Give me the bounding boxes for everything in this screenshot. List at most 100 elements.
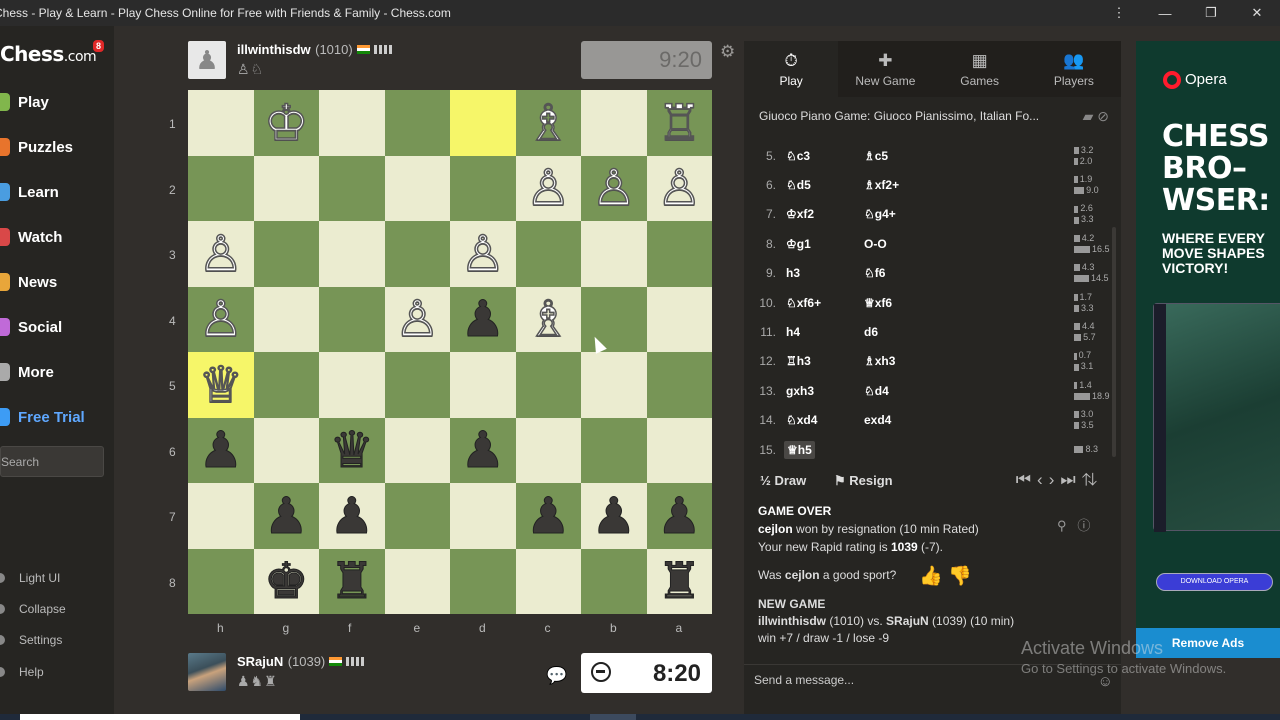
- black-pawn-icon[interactable]: ♟: [263, 490, 309, 541]
- taskbar-app[interactable]: [590, 714, 636, 720]
- sidebar-item-more[interactable]: More: [0, 357, 54, 387]
- black-pawn-icon[interactable]: ♟: [329, 490, 375, 541]
- sidebar-item-settings[interactable]: Settings: [0, 630, 62, 650]
- book-icon[interactable]: ▰ ⊘: [1083, 108, 1109, 125]
- opera-ad[interactable]: Opera CHESS BRO– WSER: WHERE EVERY MOVE …: [1136, 41, 1280, 658]
- square-e1[interactable]: [384, 90, 450, 156]
- black-king-icon[interactable]: ♚: [263, 556, 309, 607]
- black-move[interactable]: ♗c5: [864, 149, 888, 163]
- square-c5[interactable]: [515, 352, 581, 418]
- black-move[interactable]: ♘g4+: [864, 207, 896, 221]
- square-h6[interactable]: ♟: [188, 417, 254, 483]
- move-list-scrollbar[interactable]: [1112, 227, 1116, 457]
- sidebar-item-collapse[interactable]: Collapse: [0, 599, 66, 619]
- white-pawn-icon[interactable]: ♙: [394, 294, 440, 346]
- top-player-name[interactable]: illwinthisdw: [237, 42, 311, 57]
- square-c4[interactable]: ♗: [515, 286, 581, 352]
- close-button[interactable]: ✕: [1234, 0, 1280, 26]
- square-f8[interactable]: ♜: [319, 548, 385, 614]
- black-pawn-icon[interactable]: ♟: [198, 425, 244, 476]
- sidebar-item-light-ui[interactable]: Light UI: [0, 568, 60, 588]
- tab-play[interactable]: ⏱ Play: [744, 41, 839, 97]
- black-rook-icon[interactable]: ♜: [329, 556, 375, 607]
- tab-games[interactable]: ▦ Games: [933, 41, 1027, 97]
- square-e3[interactable]: [384, 221, 450, 287]
- black-move[interactable]: exd4: [864, 413, 891, 427]
- square-h7[interactable]: [188, 483, 254, 549]
- newgame-player2[interactable]: SRajuN: [886, 614, 929, 628]
- white-rook-icon[interactable]: ♖: [656, 97, 702, 149]
- sidebar-item-free-trial[interactable]: Free Trial: [0, 402, 85, 432]
- square-a1[interactable]: ♖: [646, 90, 712, 156]
- square-b2[interactable]: ♙: [581, 155, 647, 221]
- white-pawn-icon[interactable]: ♙: [198, 228, 244, 280]
- square-a2[interactable]: ♙: [646, 155, 712, 221]
- flip-board-icon[interactable]: ⇅: [1082, 470, 1103, 489]
- square-g5[interactable]: [253, 352, 319, 418]
- square-f2[interactable]: [319, 155, 385, 221]
- bottom-player-avatar[interactable]: [188, 653, 226, 691]
- resign-button[interactable]: ⚑ Resign: [834, 473, 893, 489]
- white-pawn-icon[interactable]: ♙: [656, 163, 702, 215]
- black-move[interactable]: ♕xf6: [864, 296, 892, 310]
- white-move[interactable]: ♘xf6+: [786, 296, 821, 310]
- minimize-button[interactable]: —: [1142, 0, 1188, 26]
- square-h3[interactable]: ♙: [188, 221, 254, 287]
- chess-logo[interactable]: Chess.com: [0, 42, 97, 66]
- thumbs-down-icon[interactable]: 👎: [948, 566, 972, 587]
- square-d3[interactable]: ♙: [450, 221, 516, 287]
- black-pawn-icon[interactable]: ♟: [656, 490, 702, 541]
- black-pawn-icon[interactable]: ♟: [525, 490, 571, 541]
- square-b7[interactable]: ♟: [581, 483, 647, 549]
- white-bishop-icon[interactable]: ♗: [525, 97, 571, 149]
- square-a4[interactable]: [646, 286, 712, 352]
- square-e2[interactable]: [384, 155, 450, 221]
- square-e5[interactable]: [384, 352, 450, 418]
- analysis-icon[interactable]: ⚲: [1057, 518, 1067, 533]
- square-c6[interactable]: [515, 417, 581, 483]
- black-move[interactable]: ♘f6: [864, 266, 885, 280]
- gear-icon[interactable]: ⚙: [720, 42, 735, 62]
- white-bishop-icon[interactable]: ♗: [525, 294, 571, 346]
- square-d6[interactable]: ♟: [450, 417, 516, 483]
- square-e6[interactable]: [384, 417, 450, 483]
- sidebar-item-watch[interactable]: Watch: [0, 222, 62, 252]
- square-g6[interactable]: [253, 417, 319, 483]
- square-g7[interactable]: ♟: [253, 483, 319, 549]
- square-d5[interactable]: [450, 352, 516, 418]
- square-a5[interactable]: [646, 352, 712, 418]
- square-h1[interactable]: [188, 90, 254, 156]
- black-pawn-icon[interactable]: ♟: [460, 425, 506, 476]
- white-king-icon[interactable]: ♔: [263, 97, 309, 149]
- info-icon[interactable]: ⓘ: [1077, 518, 1090, 533]
- tab-new-game[interactable]: ✚ New Game: [838, 41, 932, 97]
- sidebar-item-play[interactable]: Play: [0, 87, 49, 117]
- opening-name[interactable]: Giuoco Piano Game: Giuoco Pianissimo, It…: [759, 109, 1059, 123]
- black-rook-icon[interactable]: ♜: [656, 556, 702, 607]
- square-f6[interactable]: ♛: [319, 417, 385, 483]
- chat-icon[interactable]: 💬: [546, 666, 567, 686]
- bottom-player-name[interactable]: SRajuN: [237, 654, 283, 669]
- download-opera-button[interactable]: DOWNLOAD OPERA: [1156, 573, 1273, 591]
- square-a3[interactable]: [646, 221, 712, 287]
- last-move-icon[interactable]: ⏭: [1060, 470, 1081, 489]
- square-h8[interactable]: [188, 548, 254, 614]
- white-move[interactable]: h3: [786, 266, 800, 280]
- white-queen-icon[interactable]: ♕: [198, 359, 244, 411]
- sidebar-item-news[interactable]: News: [0, 267, 57, 297]
- sidebar-item-social[interactable]: Social: [0, 312, 62, 342]
- square-a6[interactable]: [646, 417, 712, 483]
- square-b5[interactable]: [581, 352, 647, 418]
- square-c1[interactable]: ♗: [515, 90, 581, 156]
- white-move[interactable]: ♔g1: [786, 237, 811, 251]
- white-move[interactable]: ♘d5: [786, 178, 811, 192]
- square-g1[interactable]: ♔: [253, 90, 319, 156]
- chessboard[interactable]: ♔ ♗ ♖ ♙ ♙ ♙ ♙ ♙ ♙ ♙ ♟ ♗ ♕ ♟ ♛ ♟ ♟ ♟ ♟ ♟ ♟ ♚ ♜ ♜: [188, 90, 712, 614]
- square-b1[interactable]: [581, 90, 647, 156]
- result-winner[interactable]: cejlon: [758, 522, 793, 536]
- square-c2[interactable]: ♙: [515, 155, 581, 221]
- square-h5[interactable]: ♕: [188, 352, 254, 418]
- square-d1[interactable]: [450, 90, 516, 156]
- square-d4[interactable]: ♟: [450, 286, 516, 352]
- black-queen-icon[interactable]: ♛: [329, 425, 375, 476]
